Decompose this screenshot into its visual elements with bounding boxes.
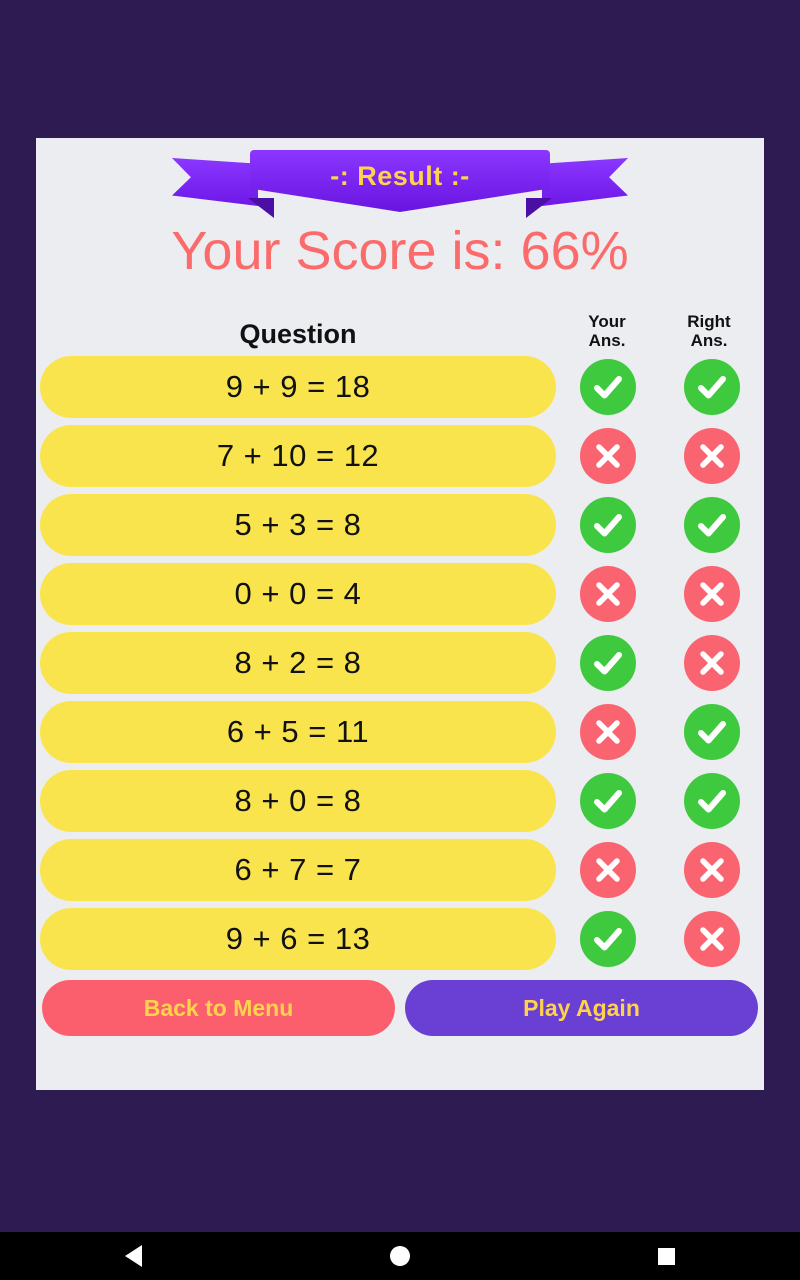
table-header: Question Your Ans. Right Ans. (36, 296, 764, 350)
recents-square-icon (658, 1247, 676, 1265)
table-row: 8 + 2 = 8 (36, 632, 764, 694)
right-answer-mark-cell (660, 773, 764, 829)
question-pill: 7 + 10 = 12 (40, 425, 556, 487)
header-right-answer: Right Ans. (658, 312, 760, 350)
table-row: 8 + 0 = 8 (36, 770, 764, 832)
ribbon-body: -: Result :- (250, 150, 550, 212)
android-navigation-bar (0, 1232, 800, 1280)
question-pill: 9 + 9 = 18 (40, 356, 556, 418)
header-your-answer-line1: Your (588, 311, 626, 331)
check-circle-icon (580, 911, 636, 967)
table-row: 6 + 5 = 11 (36, 701, 764, 763)
question-pill: 5 + 3 = 8 (40, 494, 556, 556)
table-row: 7 + 10 = 12 (36, 425, 764, 487)
cross-circle-icon (684, 428, 740, 484)
nav-back-button[interactable] (73, 1232, 193, 1280)
question-pill: 6 + 5 = 11 (40, 701, 556, 763)
result-rows: 9 + 9 = 18 7 + 10 = 12 5 + 3 = 8 0 + 0 = 4 8… (36, 356, 764, 977)
your-answer-mark-cell (556, 359, 660, 415)
table-row: 9 + 6 = 13 (36, 908, 764, 970)
your-answer-mark-cell (556, 566, 660, 622)
cross-circle-icon (580, 842, 636, 898)
score-text: Your Score is: 66% (171, 221, 629, 281)
question-pill: 9 + 6 = 13 (40, 908, 556, 970)
table-row: 9 + 9 = 18 (36, 356, 764, 418)
right-answer-mark-cell (660, 497, 764, 553)
right-answer-mark-cell (660, 635, 764, 691)
your-answer-mark-cell (556, 704, 660, 760)
right-answer-mark-cell (660, 566, 764, 622)
table-row: 0 + 0 = 4 (36, 563, 764, 625)
cross-circle-icon (684, 911, 740, 967)
your-answer-mark-cell (556, 842, 660, 898)
home-circle-icon (389, 1246, 410, 1266)
your-answer-mark-cell (556, 497, 660, 553)
ribbon-graphic: -: Result :- (172, 150, 628, 218)
right-answer-mark-cell (660, 842, 764, 898)
your-answer-mark-cell (556, 428, 660, 484)
table-row: 5 + 3 = 8 (36, 494, 764, 556)
check-circle-icon (684, 773, 740, 829)
result-card: -: Result :- Your Score is: 66% Question… (36, 138, 764, 1090)
right-answer-mark-cell (660, 359, 764, 415)
nav-home-button[interactable] (340, 1232, 460, 1280)
cross-circle-icon (684, 566, 740, 622)
header-right-answer-line2: Ans. (690, 330, 728, 350)
question-pill: 8 + 0 = 8 (40, 770, 556, 832)
header-question: Question (239, 319, 357, 349)
your-answer-mark-cell (556, 911, 660, 967)
header-your-answer: Your Ans. (556, 312, 658, 350)
check-circle-icon (684, 359, 740, 415)
your-answer-mark-cell (556, 773, 660, 829)
question-pill: 6 + 7 = 7 (40, 839, 556, 901)
check-circle-icon (684, 704, 740, 760)
question-pill: 0 + 0 = 4 (40, 563, 556, 625)
check-circle-icon (684, 497, 740, 553)
check-circle-icon (580, 773, 636, 829)
ribbon-fold-right-icon (526, 198, 552, 218)
header-right-answer-line1: Right (687, 311, 731, 331)
check-circle-icon (580, 497, 636, 553)
result-banner: -: Result :- (36, 144, 764, 224)
cross-circle-icon (580, 704, 636, 760)
table-row: 6 + 7 = 7 (36, 839, 764, 901)
your-answer-mark-cell (556, 635, 660, 691)
right-answer-mark-cell (660, 428, 764, 484)
check-circle-icon (580, 359, 636, 415)
ribbon-tail-left-icon (172, 158, 258, 206)
header-your-answer-line2: Ans. (588, 330, 626, 350)
ribbon-tail-right-icon (542, 158, 628, 206)
question-pill: 8 + 2 = 8 (40, 632, 556, 694)
back-to-menu-button[interactable]: Back to Menu (42, 980, 395, 1036)
cross-circle-icon (580, 428, 636, 484)
result-banner-label: -: Result :- (330, 160, 470, 191)
nav-recents-button[interactable] (607, 1232, 727, 1280)
check-circle-icon (580, 635, 636, 691)
back-triangle-icon (124, 1245, 142, 1267)
cross-circle-icon (684, 842, 740, 898)
right-answer-mark-cell (660, 911, 764, 967)
action-buttons: Back to Menu Play Again (36, 978, 764, 1044)
play-again-button[interactable]: Play Again (405, 980, 758, 1036)
right-answer-mark-cell (660, 704, 764, 760)
cross-circle-icon (684, 635, 740, 691)
app-screen: -: Result :- Your Score is: 66% Question… (0, 0, 800, 1280)
cross-circle-icon (580, 566, 636, 622)
